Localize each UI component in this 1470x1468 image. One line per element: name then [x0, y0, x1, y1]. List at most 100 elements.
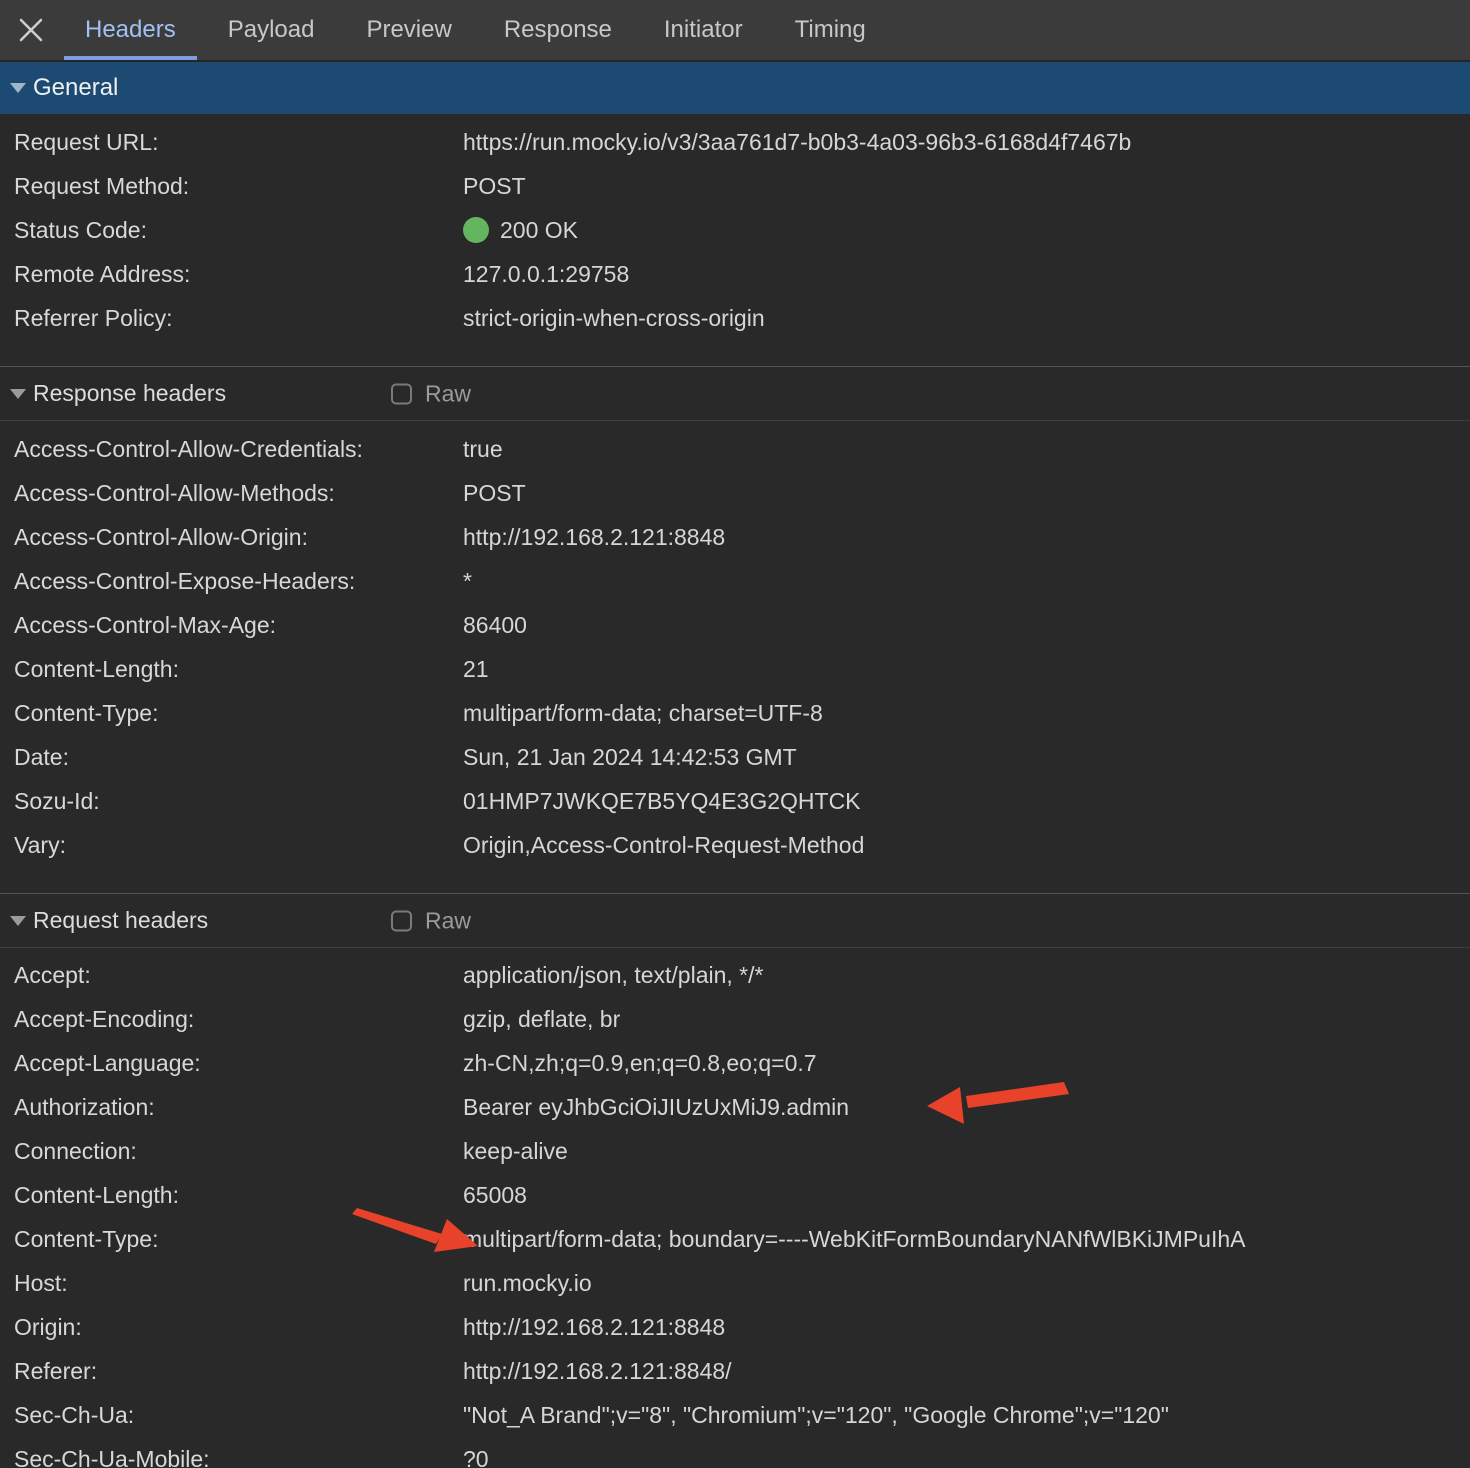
disclosure-triangle-icon[interactable]: [10, 916, 26, 926]
header-value: Sun, 21 Jan 2024 14:42:53 GMT: [463, 744, 1470, 771]
header-row: Access-Control-Allow-Credentials: true: [0, 427, 1470, 471]
header-name: Referer:: [0, 1358, 463, 1385]
tab-response[interactable]: Response: [481, 0, 635, 60]
header-value: gzip, deflate, br: [463, 1006, 1470, 1033]
header-name: Accept-Encoding:: [0, 1006, 463, 1033]
header-name: Content-Length:: [0, 1182, 463, 1209]
header-row: Sec-Ch-Ua-Mobile: ?0: [0, 1437, 1470, 1468]
raw-checkbox-label[interactable]: Raw: [425, 907, 471, 934]
header-value: ?0: [463, 1446, 1470, 1468]
close-button[interactable]: [0, 0, 62, 60]
tab-initiator[interactable]: Initiator: [641, 0, 766, 60]
header-row: Vary: Origin,Access-Control-Request-Meth…: [0, 823, 1470, 867]
network-detail-tabbar: HeadersPayloadPreviewResponseInitiatorTi…: [0, 0, 1470, 62]
header-value: POST: [463, 173, 1470, 200]
header-row: Access-Control-Allow-Origin: http://192.…: [0, 515, 1470, 559]
header-name: Content-Type:: [0, 1226, 463, 1253]
request-header-rows: Accept: application/json, text/plain, */…: [0, 948, 1470, 1468]
header-row: Content-Type: multipart/form-data; bound…: [0, 1217, 1470, 1261]
tab-preview[interactable]: Preview: [343, 0, 474, 60]
header-value: 65008: [463, 1182, 1470, 1209]
header-name: Access-Control-Allow-Credentials:: [0, 436, 463, 463]
raw-checkbox-label[interactable]: Raw: [425, 380, 471, 407]
tab-headers[interactable]: Headers: [62, 0, 199, 60]
header-name: Vary:: [0, 832, 463, 859]
header-value: Bearer eyJhbGciOiJIUzUxMiJ9.admin: [463, 1094, 1470, 1121]
header-name: Status Code:: [0, 217, 463, 244]
header-value: true: [463, 436, 1470, 463]
header-value: 86400: [463, 612, 1470, 639]
header-value: 01HMP7JWKQE7B5YQ4E3G2QHTCK: [463, 788, 1470, 815]
header-row: Content-Type: multipart/form-data; chars…: [0, 691, 1470, 735]
header-row: Referrer Policy: strict-origin-when-cros…: [0, 296, 1470, 340]
header-value: run.mocky.io: [463, 1270, 1470, 1297]
header-row: Host: run.mocky.io: [0, 1261, 1470, 1305]
header-value: multipart/form-data; boundary=----WebKit…: [463, 1226, 1470, 1253]
header-name: Accept-Language:: [0, 1050, 463, 1077]
header-name: Access-Control-Expose-Headers:: [0, 568, 463, 595]
header-value: "Not_A Brand";v="8", "Chromium";v="120",…: [463, 1402, 1470, 1429]
header-name: Access-Control-Allow-Methods:: [0, 480, 463, 507]
request-headers-title: Request headers: [33, 907, 208, 934]
header-value: http://192.168.2.121:8848/: [463, 1358, 1470, 1385]
header-name: Remote Address:: [0, 261, 463, 288]
header-value: application/json, text/plain, */*: [463, 962, 1470, 989]
header-row: Request URL: https://run.mocky.io/v3/3aa…: [0, 120, 1470, 164]
header-row: Authorization: Bearer eyJhbGciOiJIUzUxMi…: [0, 1085, 1470, 1129]
header-name: Referrer Policy:: [0, 305, 463, 332]
header-name: Date:: [0, 744, 463, 771]
header-row: Access-Control-Allow-Methods: POST: [0, 471, 1470, 515]
general-rows: Request URL: https://run.mocky.io/v3/3aa…: [0, 114, 1470, 366]
tab-timing[interactable]: Timing: [772, 0, 889, 60]
header-name: Connection:: [0, 1138, 463, 1165]
header-row: Accept-Encoding: gzip, deflate, br: [0, 997, 1470, 1041]
header-name: Authorization:: [0, 1094, 463, 1121]
header-name: Request Method:: [0, 173, 463, 200]
header-name: Content-Length:: [0, 656, 463, 683]
header-value: 21: [463, 656, 1470, 683]
header-value: https://run.mocky.io/v3/3aa761d7-b0b3-4a…: [463, 129, 1470, 156]
header-row: Sec-Ch-Ua: "Not_A Brand";v="8", "Chromiu…: [0, 1393, 1470, 1437]
header-row: Access-Control-Expose-Headers: *: [0, 559, 1470, 603]
general-section-title: General: [33, 74, 118, 102]
header-name: Request URL:: [0, 129, 463, 156]
header-value: http://192.168.2.121:8848: [463, 524, 1470, 551]
raw-checkbox[interactable]: [391, 383, 412, 404]
header-row: Accept-Language: zh-CN,zh;q=0.9,en;q=0.8…: [0, 1041, 1470, 1085]
header-name: Content-Type:: [0, 700, 463, 727]
close-icon: [18, 17, 44, 43]
header-value: 200 OK: [463, 217, 1470, 244]
disclosure-triangle-icon[interactable]: [10, 83, 26, 93]
status-ok-dot-icon: [463, 217, 489, 243]
header-name: Sozu-Id:: [0, 788, 463, 815]
header-row: Status Code: 200 OK: [0, 208, 1470, 252]
header-row: Request Method: POST: [0, 164, 1470, 208]
tab-payload[interactable]: Payload: [205, 0, 338, 60]
header-value: strict-origin-when-cross-origin: [463, 305, 1470, 332]
header-row: Connection: keep-alive: [0, 1129, 1470, 1173]
header-row: Content-Length: 65008: [0, 1173, 1470, 1217]
request-headers-section-header: Request headers Raw: [0, 893, 1470, 948]
header-value: multipart/form-data; charset=UTF-8: [463, 700, 1470, 727]
header-name: Sec-Ch-Ua:: [0, 1402, 463, 1429]
header-value: Origin,Access-Control-Request-Method: [463, 832, 1470, 859]
header-name: Access-Control-Max-Age:: [0, 612, 463, 639]
header-value: zh-CN,zh;q=0.9,en;q=0.8,eo;q=0.7: [463, 1050, 1470, 1077]
header-name: Accept:: [0, 962, 463, 989]
header-row: Date: Sun, 21 Jan 2024 14:42:53 GMT: [0, 735, 1470, 779]
header-name: Sec-Ch-Ua-Mobile:: [0, 1446, 463, 1468]
header-row: Content-Length: 21: [0, 647, 1470, 691]
header-value: POST: [463, 480, 1470, 507]
header-value: http://192.168.2.121:8848: [463, 1314, 1470, 1341]
raw-checkbox[interactable]: [391, 910, 412, 931]
disclosure-triangle-icon[interactable]: [10, 389, 26, 399]
general-section-header: General: [0, 62, 1470, 114]
header-name: Host:: [0, 1270, 463, 1297]
header-name: Access-Control-Allow-Origin:: [0, 524, 463, 551]
header-row: Access-Control-Max-Age: 86400: [0, 603, 1470, 647]
response-header-rows: Access-Control-Allow-Credentials: true A…: [0, 421, 1470, 893]
header-name: Origin:: [0, 1314, 463, 1341]
header-row: Referer: http://192.168.2.121:8848/: [0, 1349, 1470, 1393]
header-row: Origin: http://192.168.2.121:8848: [0, 1305, 1470, 1349]
header-value: keep-alive: [463, 1138, 1470, 1165]
